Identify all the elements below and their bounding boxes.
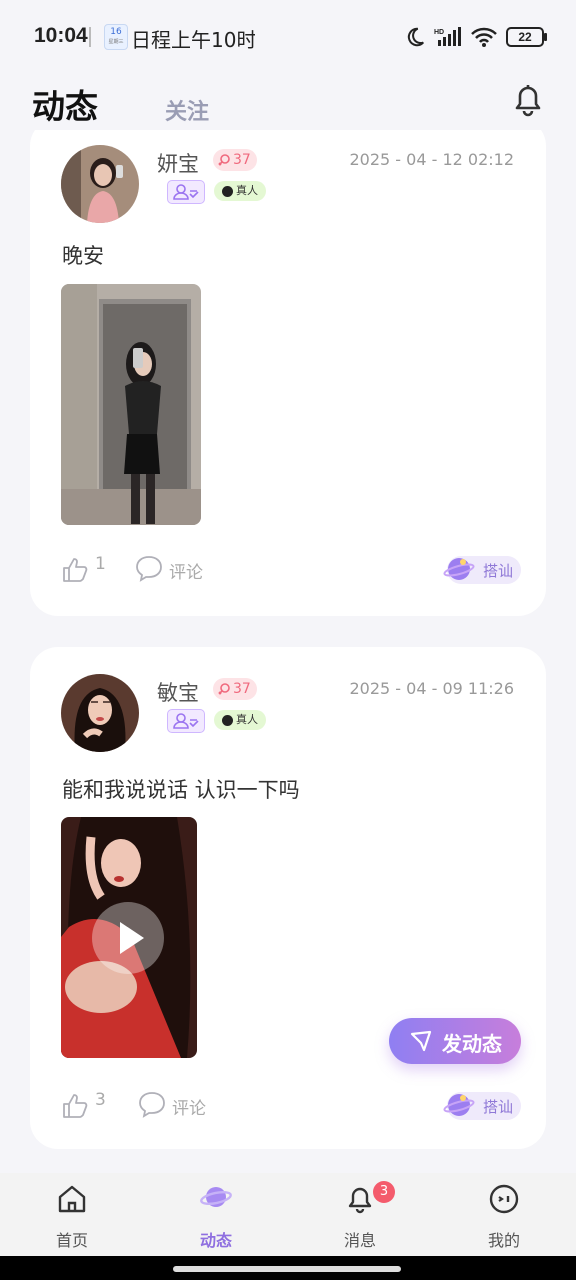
home-indicator[interactable]	[173, 1266, 401, 1272]
post-actions: 3 评论 搭讪	[61, 1090, 521, 1124]
greet-label: 搭讪	[483, 1098, 514, 1116]
check-icon	[222, 714, 233, 726]
planet-icon	[200, 1187, 232, 1207]
planet-icon	[443, 1094, 475, 1116]
status-notification: 日程上午10时	[131, 28, 255, 52]
post-card[interactable]: 妍宝 37 真人 2025 - 04 - 12 02:12 晚安 1 评论 搭讪	[30, 118, 546, 616]
nav-profile-label: 我的	[487, 1231, 520, 1250]
user-name[interactable]: 敏宝	[157, 677, 199, 707]
bell-icon	[348, 1187, 372, 1214]
nav-home-label: 首页	[55, 1231, 88, 1250]
status-bar: 10:04 16 星期三 日程上午10时 HD 22	[0, 0, 576, 72]
comment-button[interactable]: 评论	[169, 558, 203, 583]
planet-icon	[443, 558, 475, 580]
user-name[interactable]: 妍宝	[157, 148, 199, 178]
comment-icon[interactable]	[135, 554, 163, 582]
bottom-nav: 首页 动态 3 消息 我的	[0, 1173, 576, 1256]
verified-user-icon	[167, 709, 205, 733]
age-badge: 37	[213, 149, 257, 171]
real-person-label: 真人	[236, 713, 258, 726]
real-person-badge: 真人	[214, 710, 266, 730]
comment-button[interactable]: 评论	[172, 1094, 206, 1119]
battery-icon: 22	[506, 27, 547, 47]
real-person-label: 真人	[236, 184, 258, 197]
calendar-weekday: 星期三	[108, 39, 124, 45]
nav-moments[interactable]: 动态	[166, 1173, 266, 1256]
play-icon[interactable]	[92, 902, 164, 974]
unread-badge: 3	[373, 1181, 395, 1203]
nav-messages[interactable]: 3 消息	[310, 1173, 410, 1256]
age-badge: 37	[213, 678, 257, 700]
post-text: 晚安	[62, 244, 104, 268]
post-time: 2025 - 04 - 12 02:12	[349, 150, 514, 169]
like-count: 1	[95, 554, 106, 574]
post-moment-button[interactable]: 发动态	[389, 1018, 521, 1064]
home-icon	[58, 1185, 86, 1213]
post-actions: 1 评论 搭讪	[61, 554, 521, 588]
avatar[interactable]	[61, 674, 139, 752]
signal-icon: HD	[434, 27, 461, 46]
nav-moments-label: 动态	[199, 1231, 232, 1250]
calendar-day: 16	[110, 27, 122, 37]
nav-home[interactable]: 首页	[22, 1173, 122, 1256]
thumbs-up-icon[interactable]	[61, 1092, 89, 1120]
post-moment-label: 发动态	[442, 1032, 502, 1056]
age-value: 37	[233, 152, 251, 168]
female-icon	[218, 154, 230, 166]
thumbs-up-icon[interactable]	[61, 556, 89, 584]
greet-button[interactable]: 搭讪	[443, 1092, 521, 1120]
greet-label: 搭讪	[483, 562, 514, 580]
post-card[interactable]: 敏宝 37 真人 2025 - 04 - 09 11:26 能和我说说话 认识一…	[30, 647, 546, 1149]
moon-icon	[407, 27, 424, 47]
nav-profile[interactable]: 我的	[454, 1173, 554, 1256]
status-divider	[89, 27, 91, 47]
post-text: 能和我说说话 认识一下吗	[62, 778, 300, 802]
female-icon	[218, 683, 230, 695]
page-header: 动态 关注	[0, 72, 576, 130]
greet-button[interactable]: 搭讪	[443, 556, 521, 584]
status-time: 10:04	[34, 24, 88, 47]
verified-user-icon	[167, 180, 205, 204]
comment-icon[interactable]	[138, 1090, 166, 1118]
face-icon	[489, 1184, 519, 1214]
post-time: 2025 - 04 - 09 11:26	[349, 679, 514, 698]
post-video[interactable]	[61, 817, 197, 1058]
svg-text:HD: HD	[434, 29, 444, 36]
avatar[interactable]	[61, 145, 139, 223]
send-icon	[410, 1030, 432, 1052]
age-value: 37	[233, 681, 251, 697]
post-photo[interactable]	[61, 284, 201, 525]
check-icon	[222, 185, 233, 197]
like-count: 3	[95, 1090, 106, 1110]
real-person-badge: 真人	[214, 181, 266, 201]
bell-icon[interactable]	[508, 80, 548, 120]
wifi-icon	[471, 27, 497, 47]
tab-moments[interactable]: 动态	[32, 80, 98, 128]
tab-following[interactable]: 关注	[165, 94, 209, 126]
calendar-icon: 16 星期三	[104, 24, 128, 50]
nav-messages-label: 消息	[343, 1231, 376, 1250]
status-icons: HD 22	[404, 22, 547, 52]
